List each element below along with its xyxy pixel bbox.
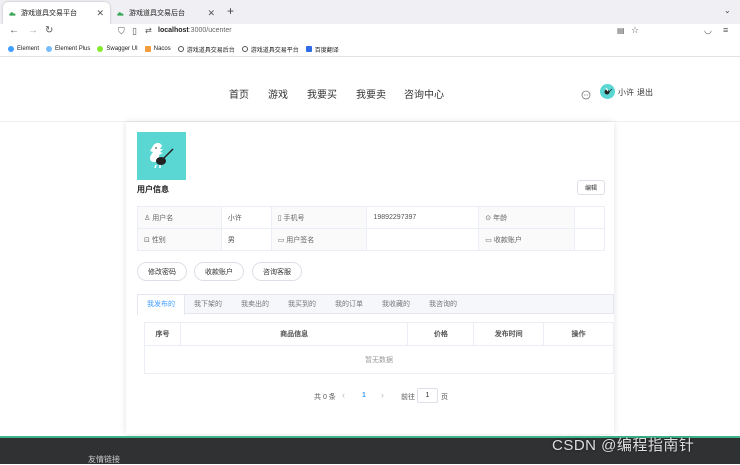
nav-buy[interactable]: 我要买 xyxy=(307,86,337,101)
age-field-label: ⊙ 年龄 xyxy=(478,206,576,229)
signature-value xyxy=(366,228,480,251)
avatar[interactable] xyxy=(600,84,615,99)
url-host: localhost xyxy=(158,27,189,34)
back-icon[interactable]: ← xyxy=(9,25,19,36)
user-icon: ♙ xyxy=(144,214,153,222)
tab-my-sold[interactable]: 我卖出的 xyxy=(241,299,269,309)
nav-games[interactable]: 游戏 xyxy=(268,86,288,101)
gender-icon: ⊡ xyxy=(144,236,152,244)
close-tab-icon[interactable]: ✕ xyxy=(207,8,215,19)
bookmark-star-icon[interactable]: ☆ xyxy=(631,25,639,36)
menu-icon[interactable]: ≡ xyxy=(723,25,728,35)
browser-tab-strip: 游戏道具交易平台 ✕ 游戏道具交易后台 ✕ + ⌄ xyxy=(0,0,740,24)
nav-consult-center[interactable]: 咨询中心 xyxy=(404,86,444,101)
bookmarks-bar: Element Element Plus Swagger UI Nacos 游戏… xyxy=(0,42,740,57)
browser-tab-platform[interactable]: 游戏道具交易平台 ✕ xyxy=(3,2,110,24)
url-path: :3000/ucenter xyxy=(188,27,232,34)
username-field-label: ♙ 用户名 xyxy=(137,206,222,229)
column-header: 价格 xyxy=(407,322,475,346)
phone-value: 19892297397 xyxy=(366,206,480,229)
dino-guitar-icon xyxy=(604,87,613,95)
profile-title: 用户信息 xyxy=(137,185,169,194)
tab-my-delisted[interactable]: 我下架的 xyxy=(194,299,222,309)
phone-field-label: ▯ 手机号 xyxy=(270,206,368,229)
cloud-favicon-icon xyxy=(9,11,16,16)
username-label[interactable]: 小许 xyxy=(618,87,634,98)
column-header: 操作 xyxy=(543,322,614,346)
account-field-label: ▭ 收款账户 xyxy=(478,228,576,251)
edit-button[interactable]: 编辑 xyxy=(577,180,605,195)
pagination-goto-input[interactable]: 1 xyxy=(417,388,438,403)
reader-view-icon[interactable]: ▤ xyxy=(617,26,625,35)
column-header: 发布时间 xyxy=(473,322,545,346)
column-header: 序号 xyxy=(144,322,181,346)
card-icon: ▭ xyxy=(277,236,287,244)
pagination-prev-icon[interactable]: ‹ xyxy=(342,390,345,400)
tab-my-bought[interactable]: 我买到的 xyxy=(288,299,316,309)
pagination-total: 共 0 条 xyxy=(314,394,336,401)
gender-value: 男 xyxy=(220,228,272,251)
csdn-watermark: CSDN @编程指南针 xyxy=(552,437,695,454)
bookmark-admin[interactable]: 游戏道具交易后台 xyxy=(177,45,235,54)
payment-account-button[interactable]: 收款账户 xyxy=(194,262,244,281)
profile-avatar[interactable] xyxy=(137,132,186,180)
page-icon: ▯ xyxy=(132,26,137,36)
gender-field-label: ⊡ 性别 xyxy=(137,228,222,251)
tab-my-inquiries[interactable]: 我咨询的 xyxy=(429,299,457,309)
reload-icon[interactable]: ↻ xyxy=(45,25,53,36)
bookmark-swagger[interactable]: Swagger UI xyxy=(97,46,138,52)
pagination-page-unit: 页 xyxy=(441,394,448,401)
tab-title: 游戏道具交易平台 xyxy=(21,10,77,17)
logout-link[interactable]: 退出 xyxy=(637,87,653,98)
tab-title: 游戏道具交易后台 xyxy=(129,10,185,17)
browser-toolbar: ← → ↻ ⛉ ▯ ⇄ localhost:3000/ucenter ▤ ☆ ◡… xyxy=(0,24,740,42)
column-header: 商品信息 xyxy=(179,322,409,346)
nav-sell[interactable]: 我要卖 xyxy=(356,86,386,101)
bookmark-platform[interactable]: 游戏道具交易平台 xyxy=(241,45,299,54)
location-icon: ⊙ xyxy=(485,214,494,222)
tab-my-favorites[interactable]: 我收藏的 xyxy=(382,299,410,309)
close-tab-icon[interactable]: ✕ xyxy=(96,8,104,19)
browser-tab-admin[interactable]: 游戏道具交易后台 ✕ xyxy=(111,2,221,24)
change-password-button[interactable]: 修改密码 xyxy=(137,262,187,281)
shield-icon[interactable]: ⛉ xyxy=(118,26,125,37)
connection-icon[interactable]: ⇄ xyxy=(145,26,152,35)
pagination-next-icon[interactable]: › xyxy=(381,390,384,400)
contact-support-button[interactable]: 咨询客服 xyxy=(252,262,302,281)
pagination-goto-label: 前往 xyxy=(401,394,415,401)
new-tab-button[interactable]: + xyxy=(227,4,234,18)
pagination-page-1[interactable]: 1 xyxy=(362,392,366,399)
cloud-favicon-icon xyxy=(117,11,124,16)
bookmark-nacos[interactable]: Nacos xyxy=(144,46,171,52)
bookmark-baidu-translate[interactable]: 百度翻译 xyxy=(305,45,339,54)
tab-list-chevron-icon[interactable]: ⌄ xyxy=(724,6,731,15)
goods-table: 序号 商品信息 价格 发布时间 操作 暂无数据 xyxy=(144,322,614,374)
chat-icon[interactable] xyxy=(581,87,591,100)
forward-icon[interactable]: → xyxy=(28,25,38,36)
nav-home[interactable]: 首页 xyxy=(229,86,249,101)
profile-info-table: ♙ 用户名 小许 ▯ 手机号 19892297397 ⊙ 年龄 ⊡ 性别 男 ▭… xyxy=(137,206,605,251)
dino-guitar-icon xyxy=(150,143,174,169)
pocket-icon[interactable]: ◡ xyxy=(704,25,712,36)
table-header-row: 序号 商品信息 价格 发布时间 操作 xyxy=(144,322,614,346)
empty-table-text: 暂无数据 xyxy=(144,345,614,374)
bookmark-element[interactable]: Element xyxy=(8,46,39,52)
tab-my-published[interactable]: 我发布的 xyxy=(147,299,175,309)
signature-field-label: ▭ 用户签名 xyxy=(270,228,368,251)
age-value xyxy=(574,206,605,229)
card-icon: ▭ xyxy=(485,236,494,244)
friend-links-label: 友情链接 xyxy=(88,455,120,464)
account-value xyxy=(574,228,605,251)
username-value: 小许 xyxy=(220,206,272,229)
tab-my-orders[interactable]: 我的订单 xyxy=(335,299,363,309)
url-bar[interactable]: localhost:3000/ucenter xyxy=(158,27,232,34)
bookmark-element-plus[interactable]: Element Plus xyxy=(46,46,90,52)
